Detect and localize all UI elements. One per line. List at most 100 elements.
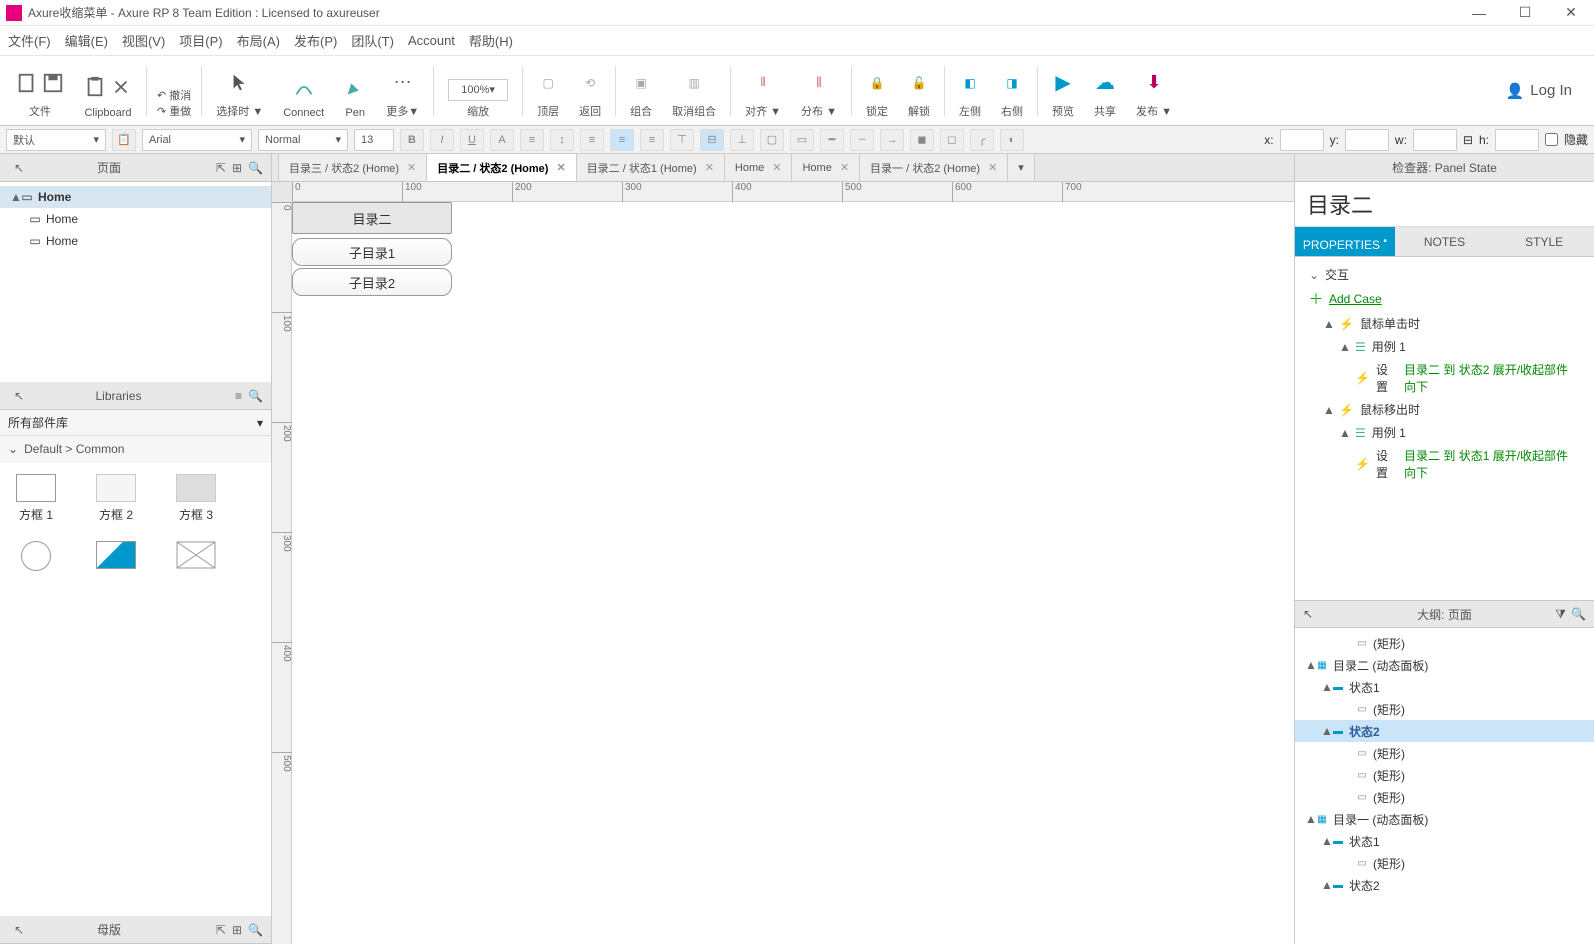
outline-row[interactable]: ▲▬状态2 [1295, 874, 1594, 896]
menu-edit[interactable]: 编辑(E) [65, 31, 108, 50]
minimize-button[interactable]: — [1456, 0, 1502, 26]
case-row[interactable]: ▲☰用例 1 [1295, 335, 1594, 358]
align-left-button[interactable]: ≡ [580, 129, 604, 151]
close-tab-icon[interactable]: ✕ [407, 161, 416, 174]
close-tab-icon[interactable]: ✕ [772, 161, 781, 174]
tab-notes[interactable]: NOTES [1395, 227, 1495, 256]
add-page-button[interactable]: ⇱ [216, 161, 226, 175]
y-input[interactable] [1345, 129, 1389, 151]
line-color-button[interactable]: ▭ [790, 129, 814, 151]
h-input[interactable] [1495, 129, 1539, 151]
widget-placeholder[interactable] [168, 541, 224, 576]
bullet-button[interactable]: ≡ [520, 129, 544, 151]
outline-row[interactable]: ▲▬状态2 [1295, 720, 1594, 742]
underline-button[interactable]: U [460, 129, 484, 151]
corner-button[interactable]: ╭ [970, 129, 994, 151]
w-input[interactable] [1413, 129, 1457, 151]
outline-row[interactable]: ▲▦目录一 (动态面板) [1295, 808, 1594, 830]
collapse-icon[interactable]: ↖ [14, 389, 24, 403]
tab-style[interactable]: STYLE [1494, 227, 1594, 256]
section-interactions[interactable]: ⌄交互 [1295, 263, 1594, 286]
valign-top-button[interactable]: ⊤ [670, 129, 694, 151]
tool-right[interactable]: ◨右侧 [991, 59, 1033, 123]
bold-button[interactable]: B [400, 129, 424, 151]
menu-account[interactable]: Account [408, 33, 455, 48]
tool-file[interactable]: 文件 [6, 59, 74, 123]
outline-row[interactable]: ▭(矩形) [1295, 852, 1594, 874]
close-tab-icon[interactable]: ✕ [840, 161, 849, 174]
menu-view[interactable]: 视图(V) [122, 31, 165, 50]
tab-properties[interactable]: PROPERTIES • [1295, 227, 1395, 256]
font-color-button[interactable]: A [490, 129, 514, 151]
widget-box1[interactable]: 方框 1 [8, 474, 64, 523]
hidden-checkbox[interactable] [1545, 133, 1558, 146]
font-select[interactable]: Arial▾ [142, 129, 252, 151]
outline-row[interactable]: ▲▬状态1 [1295, 676, 1594, 698]
font-size-input[interactable]: 13 [354, 129, 394, 151]
menu-help[interactable]: 帮助(H) [469, 31, 513, 50]
collapse-icon[interactable]: ↖ [1303, 607, 1313, 621]
tool-align[interactable]: ⫴对齐 ▼ [735, 59, 791, 123]
add-case-button[interactable]: ＋Add Case [1295, 286, 1594, 312]
tab-5[interactable]: 目录一 / 状态2 (Home)✕ [859, 154, 1008, 181]
collapse-icon[interactable]: ↖ [14, 923, 24, 937]
tab-1[interactable]: 目录二 / 状态2 (Home)✕ [426, 154, 576, 181]
outline-row[interactable]: ▲▦目录二 (动态面板) [1295, 654, 1594, 676]
tool-left[interactable]: ◧左侧 [949, 59, 991, 123]
canvas-shape-sub2[interactable]: 子目录2 [292, 268, 452, 296]
shadow-inner-button[interactable]: ◻ [940, 129, 964, 151]
menu-layout[interactable]: 布局(A) [237, 31, 280, 50]
page-row-home[interactable]: ▲▭Home [0, 186, 271, 208]
style-name-select[interactable]: 默认▾ [6, 129, 106, 151]
outline-row[interactable]: ▭(矩形) [1295, 764, 1594, 786]
add-master-button[interactable]: ⇱ [216, 923, 226, 937]
action-row[interactable]: ⚡设置 目录二 到 状态1 展开/收起部件 向下 [1295, 444, 1594, 484]
event-onclick[interactable]: ▲⚡鼠标单击时 [1295, 312, 1594, 335]
page-row-home-2[interactable]: ▭Home [0, 230, 271, 252]
event-onmouseout[interactable]: ▲⚡鼠标移出时 [1295, 398, 1594, 421]
fill-button[interactable]: ▢ [760, 129, 784, 151]
tool-more[interactable]: ⋯ 更多▼ [376, 59, 429, 123]
tool-publish[interactable]: ⬇发布 ▼ [1126, 59, 1182, 123]
line-style-button[interactable]: ┄ [850, 129, 874, 151]
page-row-home-1[interactable]: ▭Home [0, 208, 271, 230]
tool-connect[interactable]: Connect [273, 59, 334, 123]
action-row[interactable]: ⚡设置 目录二 到 状态2 展开/收起部件 向下 [1295, 358, 1594, 398]
font-weight-select[interactable]: Normal▾ [258, 129, 348, 151]
canvas[interactable]: 目录二 子目录1 子目录2 [292, 202, 1294, 944]
close-tab-icon[interactable]: ✕ [705, 161, 714, 174]
tab-0[interactable]: 目录三 / 状态2 (Home)✕ [278, 154, 427, 181]
outline-row[interactable]: ▭(矩形) [1295, 632, 1594, 654]
lock-aspect-icon[interactable]: ⊟ [1463, 133, 1473, 147]
widget-box2[interactable]: 方框 2 [88, 474, 144, 523]
lineheight-button[interactable]: ↕ [550, 129, 574, 151]
tool-pen[interactable]: Pen [334, 59, 376, 123]
maximize-button[interactable]: ☐ [1502, 0, 1548, 26]
outline-row[interactable]: ▲▬状态1 [1295, 830, 1594, 852]
case-row[interactable]: ▲☰用例 1 [1295, 421, 1594, 444]
opacity-button[interactable]: ◐ [1000, 129, 1024, 151]
search-lib-button[interactable]: 🔍 [248, 389, 263, 403]
outline-row[interactable]: ▭(矩形) [1295, 742, 1594, 764]
lib-menu-button[interactable]: ≡ [235, 389, 242, 403]
tool-select[interactable]: 选择时 ▼ [206, 59, 273, 123]
login-button[interactable]: 👤Log In [1506, 82, 1572, 100]
x-input[interactable] [1280, 129, 1324, 151]
close-tab-icon[interactable]: ✕ [556, 161, 565, 174]
close-button[interactable]: ✕ [1548, 0, 1594, 26]
tool-undo[interactable]: ↶ 撤消 ↷ 重做 [151, 59, 197, 123]
widget-image[interactable] [88, 541, 144, 576]
align-right-button[interactable]: ≡ [640, 129, 664, 151]
search-masters-button[interactable]: 🔍 [248, 923, 263, 937]
arrow-button[interactable]: → [880, 129, 904, 151]
library-group[interactable]: ⌄Default > Common [0, 436, 271, 462]
outline-row[interactable]: ▭(矩形) [1295, 786, 1594, 808]
canvas-shape-header[interactable]: 目录二 [292, 202, 452, 234]
menu-file[interactable]: 文件(F) [8, 31, 51, 50]
canvas-shape-sub1[interactable]: 子目录1 [292, 238, 452, 266]
close-tab-icon[interactable]: ✕ [988, 161, 997, 174]
shadow-outer-button[interactable]: ◼ [910, 129, 934, 151]
tool-share[interactable]: ☁共享 [1084, 59, 1126, 123]
menu-publish[interactable]: 发布(P) [294, 31, 337, 50]
line-width-button[interactable]: ━ [820, 129, 844, 151]
